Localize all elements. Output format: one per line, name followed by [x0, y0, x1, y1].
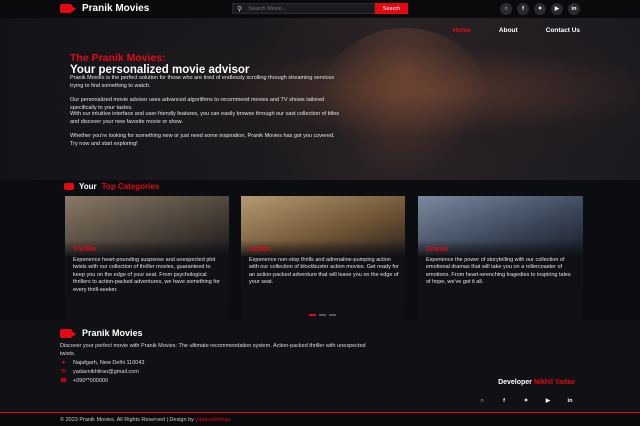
top-bar: Pranik Movies ⚲ Search ○ f ✦ ▶ in — [0, 0, 640, 18]
footer-brand: Pranik Movies — [60, 328, 143, 338]
twitter-icon[interactable]: ✦ — [519, 395, 533, 407]
search-box: ⚲ — [232, 3, 375, 14]
location-pin-icon: ● — [61, 359, 66, 366]
developer-credit: Developer Nikhil Yadav — [498, 379, 575, 386]
footer-phone: ☎ +090**000000 — [59, 377, 108, 385]
footer-brand-name: Pranik Movies — [82, 328, 143, 338]
hero-paragraph-3: With our intuitive interface and user-fr… — [70, 111, 340, 125]
facebook-icon[interactable]: f — [517, 3, 529, 15]
footer-socials: ○ f ✦ ▶ in — [475, 395, 577, 407]
location-text: Najafgarh, New Delhi 110043 — [73, 359, 145, 366]
phone-text[interactable]: +090**000000 — [73, 378, 108, 384]
footer-description: Discover your perfect movie with Pranik … — [60, 343, 366, 357]
footer-email: ✉ yadavnikhilrao@gmail.com — [60, 368, 139, 376]
card-title: Action — [249, 246, 271, 253]
developer-label: Developer — [498, 379, 532, 386]
brand-name: Pranik Movies — [82, 3, 150, 14]
footer-location: ● Najafgarh, New Delhi 110043 — [60, 359, 145, 366]
nav-contact[interactable]: Contact Us — [546, 27, 580, 34]
hero-title-accent: The Pranik Movies: — [70, 52, 166, 64]
phone-icon: ☎ — [59, 378, 68, 384]
card-description: Experience non-stop thrills and adrenali… — [249, 257, 399, 286]
camera-icon — [60, 4, 76, 13]
header-socials: ○ f ✦ ▶ in — [500, 3, 580, 15]
card-description: Experience the power of storytelling wit… — [426, 257, 571, 286]
carousel-dot[interactable] — [319, 314, 326, 316]
play-icon — [64, 183, 74, 190]
nav-home[interactable]: Home — [453, 27, 471, 34]
copyright-text: © 2023 Pranik Movies. All Rights Reserve… — [60, 416, 194, 423]
facebook-icon[interactable]: f — [497, 395, 511, 407]
youtube-icon[interactable]: ▶ — [541, 395, 555, 407]
twitter-icon[interactable]: ✦ — [534, 3, 546, 15]
developer-name[interactable]: Nikhil Yadav — [534, 379, 575, 386]
main-nav: Home About Contact Us — [453, 27, 580, 34]
category-card-thriller[interactable]: Thriller Experience heart-pounding suspe… — [65, 196, 229, 320]
copyright-bar: © 2023 Pranik Movies. All Rights Reserve… — [0, 412, 640, 426]
email-text[interactable]: yadavnikhilrao@gmail.com — [73, 369, 139, 375]
footer: Pranik Movies Discover your perfect movi… — [0, 320, 640, 412]
carousel-indicators — [309, 314, 336, 316]
linkedin-icon[interactable]: in — [568, 3, 580, 15]
card-title: Drama — [426, 246, 448, 253]
designer-link[interactable]: yadavnikhilrao — [195, 417, 230, 423]
hero-paragraph-4: Whether you're looking for something new… — [70, 133, 335, 147]
categories-heading: Your Top Categories — [64, 182, 159, 191]
linkedin-icon[interactable]: in — [563, 395, 577, 407]
search-bar: ⚲ Search — [232, 3, 408, 14]
category-card-drama[interactable]: Drama Experience the power of storytelli… — [418, 196, 583, 320]
categories-heading-prefix: Your — [79, 182, 97, 191]
category-card-action[interactable]: Action Experience non-stop thrills and a… — [241, 196, 405, 320]
camera-icon — [60, 328, 76, 338]
nav-about[interactable]: About — [499, 27, 518, 34]
hero-background-image — [320, 28, 490, 178]
search-button[interactable]: Search — [375, 3, 408, 14]
hero-section: Home About Contact Us The Pranik Movies:… — [0, 18, 640, 180]
card-title: Thriller — [73, 246, 97, 253]
brand-logo[interactable]: Pranik Movies — [60, 3, 149, 14]
carousel-dot-active[interactable] — [309, 314, 316, 316]
search-input[interactable] — [248, 5, 364, 12]
carousel-dot[interactable] — [329, 314, 336, 316]
hero-paragraph-1: Pranik Movies is the perfect solution fo… — [70, 75, 335, 89]
search-icon: ⚲ — [237, 5, 243, 13]
mail-icon: ✉ — [60, 369, 67, 375]
categories-heading-accent: Top Categories — [101, 182, 160, 191]
card-description: Experience heart-pounding suspense and u… — [73, 257, 220, 293]
instagram-icon[interactable]: ○ — [475, 395, 489, 407]
youtube-icon[interactable]: ▶ — [551, 3, 563, 15]
instagram-icon[interactable]: ○ — [500, 3, 512, 15]
